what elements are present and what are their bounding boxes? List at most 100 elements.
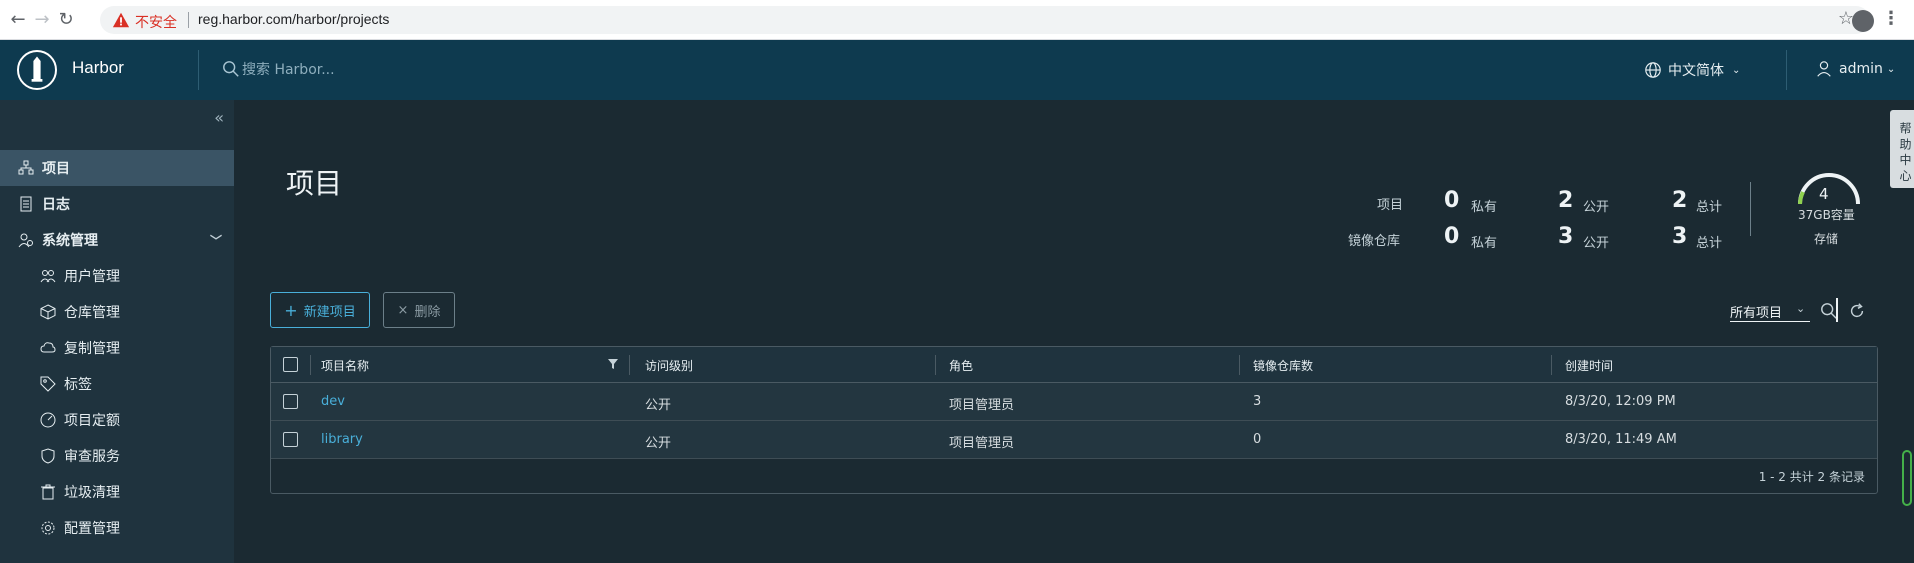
stats-repos-public: 3 [1558, 224, 1574, 249]
sidebar-item-admin[interactable]: 系统管理 ﹀ [0, 222, 234, 258]
projects-table: 项目名称 访问级别 角色 镜像仓库数 创建时间 dev 公开 项目管理员 3 8… [270, 346, 1878, 494]
harbor-logo[interactable] [17, 50, 57, 90]
username: admin [1839, 61, 1883, 77]
sidebar-item-users[interactable]: 用户管理 [0, 258, 234, 294]
app-header: Harbor 中文简体 ⌄ admin ⌄ [0, 40, 1914, 100]
access-level: 公开 [645, 436, 672, 451]
storage-capacity: 37GB容量 [1798, 208, 1855, 222]
url-separator [188, 12, 189, 28]
address-bar[interactable]: 不安全 reg.harbor.com/harbor/projects [100, 6, 1870, 34]
column-header-repos[interactable]: 镜像仓库数 [1253, 357, 1313, 374]
quota-icon [40, 412, 56, 428]
refresh-icon[interactable] [1848, 302, 1866, 320]
column-header-created[interactable]: 创建时间 [1565, 357, 1613, 374]
sidebar-item-label: 系统管理 [42, 233, 98, 249]
created-time: 8/3/20, 12:09 PM [1565, 394, 1676, 409]
collapse-sidebar-icon[interactable]: « [214, 108, 224, 127]
storage-count: 4 [1819, 185, 1829, 203]
sidebar-item-labels[interactable]: 标签 [0, 366, 234, 402]
access-level: 公开 [645, 398, 672, 413]
registry-icon [40, 304, 56, 320]
sidebar-item-label: 配置管理 [64, 521, 120, 537]
back-icon[interactable]: ← [6, 8, 30, 32]
row-checkbox[interactable] [283, 432, 298, 447]
close-icon: × [397, 302, 409, 318]
project-name-link[interactable]: dev [321, 394, 345, 409]
help-center-tab[interactable]: 帮 助 中 心 [1890, 110, 1914, 188]
column-separator [310, 355, 311, 375]
stats-total-label: 总计 [1696, 236, 1723, 251]
table-footer: 1 - 2 共计 2 条记录 [1758, 470, 1865, 484]
project-name-link[interactable]: library [321, 432, 363, 447]
sidebar: « 项目 日志 系统管理 ﹀ 用户管理 仓库管理 复制管理 标签 项目定额 审查… [0, 100, 234, 563]
shield-icon [41, 448, 55, 464]
table-row[interactable]: library 公开 项目管理员 0 8/3/20, 11:49 AM [271, 421, 1877, 459]
role: 项目管理员 [949, 398, 1015, 413]
storage-label: 存储 [1814, 232, 1839, 246]
admin-icon [18, 233, 33, 248]
header-divider-right [1786, 50, 1787, 90]
sidebar-item-quotas[interactable]: 项目定额 [0, 402, 234, 438]
reload-icon[interactable]: ↻ [54, 8, 78, 32]
search-icon [223, 61, 239, 77]
scrollbar-thumb[interactable] [1902, 450, 1912, 506]
forward-icon[interactable]: → [30, 8, 54, 32]
filter-icon[interactable] [608, 359, 618, 369]
browser-toolbar: ← → ↻ 不安全 reg.harbor.com/harbor/projects… [0, 0, 1914, 40]
sidebar-item-config[interactable]: 配置管理 [0, 510, 234, 546]
globe-icon [1645, 62, 1661, 78]
table-header: 项目名称 访问级别 角色 镜像仓库数 创建时间 [271, 347, 1877, 383]
column-header-name[interactable]: 项目名称 [321, 357, 369, 374]
repo-count: 0 [1253, 432, 1262, 447]
sidebar-item-logs[interactable]: 日志 [0, 186, 234, 222]
security-warning[interactable]: 不安全 [135, 12, 177, 32]
global-search-input[interactable] [242, 58, 542, 82]
users-icon [40, 270, 56, 283]
gear-icon [41, 521, 55, 535]
user-menu[interactable]: admin ⌄ [1815, 60, 1895, 78]
stats-repos-total: 3 [1672, 224, 1688, 249]
sidebar-item-label: 垃圾清理 [64, 485, 120, 501]
page-title: 项目 [286, 167, 343, 200]
delete-label: 删除 [414, 304, 441, 320]
sidebar-item-scanners[interactable]: 审查服务 [0, 438, 234, 474]
sidebar-item-projects[interactable]: 项目 [0, 150, 234, 186]
sidebar-item-registries[interactable]: 仓库管理 [0, 294, 234, 330]
stats-public-label: 公开 [1583, 200, 1610, 215]
delete-button[interactable]: × 删除 [383, 292, 455, 328]
column-separator [935, 355, 936, 375]
text-cursor [1836, 298, 1838, 322]
select-all-checkbox[interactable] [283, 357, 298, 372]
language-selector[interactable]: 中文简体 ⌄ [1644, 60, 1740, 80]
user-icon [1817, 61, 1831, 77]
main-content: 项目 项目 0 私有 2 公开 2 总计 镜像仓库 0 私有 3 公开 3 总计… [234, 100, 1914, 563]
user-chevron-icon: ⌄ [1886, 63, 1896, 75]
sidebar-item-gc[interactable]: 垃圾清理 [0, 474, 234, 510]
stats-projects-label: 项目 [1377, 198, 1404, 213]
repo-count: 3 [1253, 394, 1262, 409]
projects-icon [18, 160, 34, 175]
stats-total-label: 总计 [1696, 200, 1723, 215]
stats-private-label: 私有 [1471, 200, 1498, 215]
trash-icon [41, 484, 55, 500]
chevron-down-icon: ﹀ [209, 233, 222, 248]
table-row[interactable]: dev 公开 项目管理员 3 8/3/20, 12:09 PM [271, 383, 1877, 421]
url-text[interactable]: reg.harbor.com/harbor/projects [198, 11, 389, 27]
column-header-access[interactable]: 访问级别 [645, 357, 693, 374]
sidebar-item-replication[interactable]: 复制管理 [0, 330, 234, 366]
header-divider [198, 50, 199, 90]
stats-repos-label: 镜像仓库 [1348, 234, 1401, 249]
profile-avatar-icon[interactable] [1852, 10, 1874, 32]
column-separator [1551, 355, 1552, 375]
replication-icon [40, 342, 56, 353]
column-header-role[interactable]: 角色 [949, 357, 973, 374]
new-project-label: 新建项目 [303, 304, 356, 320]
new-project-button[interactable]: + 新建项目 [270, 292, 370, 328]
chevron-down-icon: ⌄ [1732, 64, 1741, 76]
app-title[interactable]: Harbor [72, 58, 124, 78]
row-checkbox[interactable] [283, 394, 298, 409]
stats-projects-public: 2 [1558, 188, 1574, 213]
role: 项目管理员 [949, 436, 1015, 451]
browser-menu-icon[interactable]: ⋮ [1882, 8, 1900, 29]
warning-icon [112, 12, 130, 28]
